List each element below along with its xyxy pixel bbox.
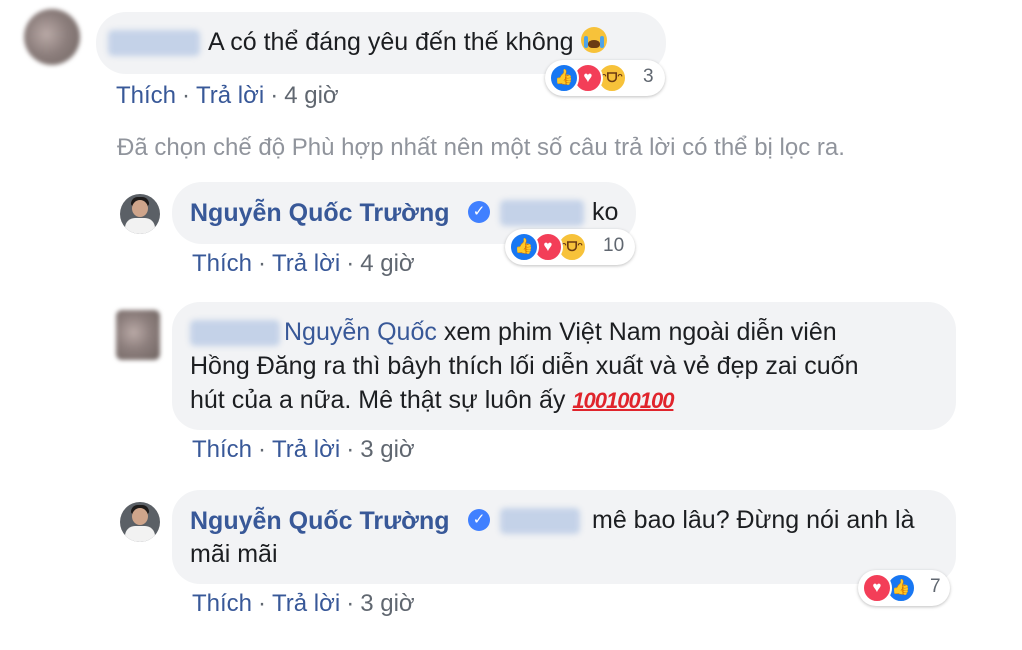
comment-actions: Thích · Trả lời · 4 giờ: [116, 82, 339, 109]
reaction-count: 10: [603, 235, 625, 256]
comment-text: A có thể đáng yêu đến thế không: [208, 27, 607, 58]
reply-actions: Thích · Trả lời · 4 giờ: [192, 250, 415, 277]
like-link[interactable]: Thích: [192, 250, 252, 277]
filter-notice: Đã chọn chế độ Phù hợp nhất nên một số c…: [117, 134, 845, 161]
reply-link[interactable]: Trả lời: [272, 250, 340, 277]
reply-text-line-2: mãi mãi: [190, 540, 278, 568]
reaction-count: 3: [643, 66, 654, 87]
reply-link[interactable]: Trả lời: [196, 82, 264, 109]
timestamp[interactable]: 4 giờ: [284, 82, 338, 109]
reaction-count: 7: [930, 576, 941, 597]
like-reaction-icon: 👍: [549, 63, 579, 93]
timestamp[interactable]: 3 giờ: [360, 590, 414, 617]
reaction-summary[interactable]: 👍 ♥ ᵔᗜᵔ 3: [545, 60, 665, 96]
verified-badge-icon: ✓: [468, 201, 490, 223]
hundred-points-icon: 100100100: [572, 388, 674, 413]
author-name[interactable]: Nguyễn Quốc Trường: [190, 507, 450, 536]
reply-link[interactable]: Trả lời: [272, 436, 340, 463]
verified-badge-icon: ✓: [468, 509, 490, 531]
timestamp[interactable]: 4 giờ: [360, 250, 414, 277]
crying-face-icon: [580, 27, 607, 53]
reply-text-line-2: Hồng Đăng ra thì bâyh thích lối diễn xuấ…: [190, 352, 859, 380]
like-link[interactable]: Thích: [192, 590, 252, 617]
author-name[interactable]: Nguyễn Quốc Trường: [190, 199, 450, 228]
reply-text-line-1: Nguyễn Quốc xem phim Việt Nam ngoài diễn…: [284, 317, 837, 348]
like-link[interactable]: Thích: [116, 82, 176, 109]
commenter-name-blurred[interactable]: [108, 30, 200, 56]
love-reaction-icon: ♥: [862, 573, 892, 603]
reply-text-content: hút của a nữa. Mê thật sự luôn ấy: [190, 386, 566, 414]
reply-text-line-1: mê bao lâu? Đừng nói anh là: [592, 506, 915, 534]
comment-text-content: A có thể đáng yêu đến thế không: [208, 28, 574, 56]
reply-actions: Thích · Trả lời · 3 giờ: [192, 436, 415, 463]
reply-text-line-3: hút của a nữa. Mê thật sự luôn ấy 100100…: [190, 385, 674, 416]
like-link[interactable]: Thích: [192, 436, 252, 463]
replier-avatar[interactable]: [116, 310, 160, 360]
reply-actions: Thích · Trả lời · 3 giờ: [192, 590, 415, 617]
author-avatar[interactable]: [120, 194, 160, 234]
reaction-summary[interactable]: ♥ 👍 7: [858, 570, 950, 606]
reply-text: ko: [592, 198, 619, 226]
replier-name-blurred[interactable]: [190, 320, 280, 346]
comment-thread: A có thể đáng yêu đến thế không 👍 ♥ ᵔᗜᵔ …: [0, 0, 1022, 650]
commenter-avatar[interactable]: [24, 9, 80, 65]
reply-text-content: xem phim Việt Nam ngoài diễn viên: [443, 318, 837, 346]
timestamp[interactable]: 3 giờ: [360, 436, 414, 463]
reply-link[interactable]: Trả lời: [272, 590, 340, 617]
mention-link[interactable]: Nguyễn Quốc: [284, 318, 437, 346]
mention-name-blurred[interactable]: [500, 200, 584, 226]
author-avatar[interactable]: [120, 502, 160, 542]
mention-name-blurred[interactable]: [500, 508, 580, 534]
reaction-summary[interactable]: 👍 ♥ ᵔᗜᵔ 10: [505, 229, 635, 265]
like-reaction-icon: 👍: [509, 232, 539, 262]
